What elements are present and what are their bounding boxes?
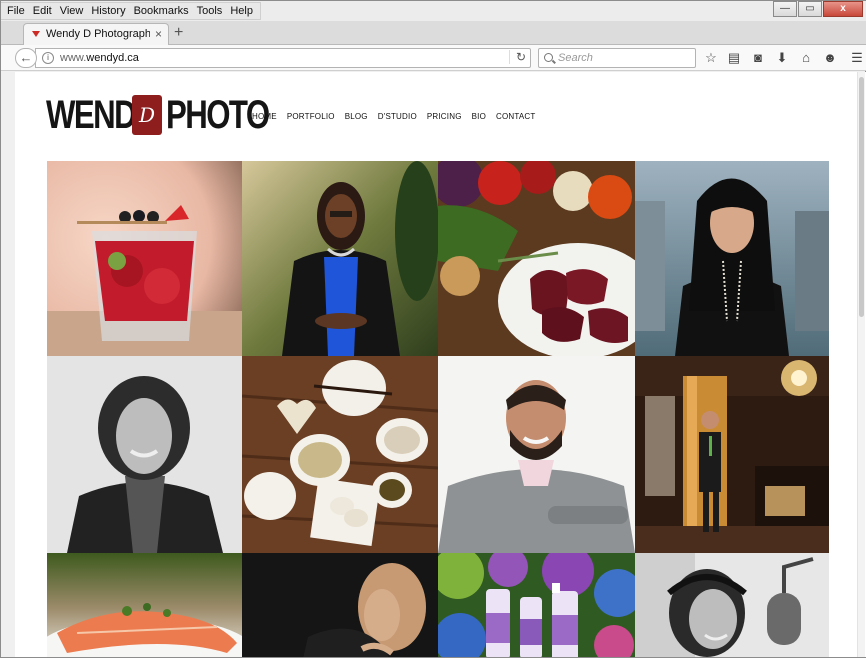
url-domain: wendyd.ca [86, 52, 139, 64]
photo-man-portrait-sweater[interactable] [438, 356, 635, 553]
menu-tools[interactable]: Tools [193, 3, 227, 19]
home-icon[interactable]: ⌂ [798, 50, 814, 66]
menu-history[interactable]: History [87, 3, 129, 19]
photo-woman-portrait-bw[interactable] [47, 356, 242, 553]
tab-strip: Wendy D Photography, Ma... × + [1, 21, 866, 45]
photo-restaurant-interior[interactable] [635, 356, 829, 553]
photo-desserts-table[interactable] [242, 356, 438, 553]
photo-woman-portrait-dark[interactable] [242, 553, 438, 657]
nav-bio[interactable]: BIO [472, 112, 486, 121]
reading-list-icon[interactable]: ▤ [726, 50, 742, 66]
maximize-button[interactable]: ▭ [798, 1, 822, 17]
menu-edit[interactable]: Edit [29, 3, 56, 19]
nav-blog[interactable]: BLOG [345, 112, 368, 121]
photo-woman-portrait-blue[interactable] [242, 161, 438, 356]
pocket-icon[interactable]: ◙ [750, 50, 766, 66]
logo-word-wendy: WENDY [46, 93, 156, 137]
reload-icon[interactable]: ↻ [508, 50, 526, 64]
menu-file[interactable]: File [3, 3, 29, 19]
nav-contact[interactable]: CONTACT [496, 112, 535, 121]
minimize-button[interactable]: — [773, 1, 797, 17]
photo-salmon-dish[interactable] [47, 553, 242, 657]
download-icon[interactable]: ⬇ [774, 50, 790, 66]
info-icon[interactable]: i [42, 52, 54, 64]
photo-gallery [47, 161, 829, 657]
browser-window: File Edit View History Bookmarks Tools H… [0, 0, 866, 658]
site-nav: HOME PORTFOLIO BLOG D'STUDIO PRICING BIO… [252, 112, 546, 121]
search-placeholder: Search [558, 52, 593, 64]
nav-dstudio[interactable]: D'STUDIO [378, 112, 417, 121]
close-window-button[interactable]: x [823, 1, 863, 17]
url-prefix: www. [60, 52, 87, 64]
menu-help[interactable]: Help [226, 3, 257, 19]
tab-active[interactable]: Wendy D Photography, Ma... × [23, 23, 169, 45]
menu-icon[interactable]: ☰ [849, 50, 865, 66]
nav-pricing[interactable]: PRICING [427, 112, 462, 121]
logo-badge: D [132, 95, 162, 135]
photo-cocktail[interactable] [47, 161, 242, 356]
photo-woman-microphone-bw[interactable] [635, 553, 829, 657]
new-tab-button[interactable]: + [174, 23, 183, 43]
photo-woman-portrait-city[interactable] [635, 161, 829, 356]
left-gutter [1, 72, 15, 657]
navigation-toolbar: i www.wendyd.ca ↻ ← Search ☆ ▤ ◙ ⬇ ⌂ ☻ ☰ [1, 45, 866, 71]
nav-portfolio[interactable]: PORTFOLIO [287, 112, 335, 121]
tab-title: Wendy D Photography, Ma... [46, 28, 150, 40]
address-bar[interactable]: i www.wendyd.ca ↻ [35, 48, 531, 68]
tab-close-icon[interactable]: × [155, 27, 162, 41]
page-scrollbar[interactable] [857, 72, 865, 657]
page-content: WENDY D PHOTO HOME PORTFOLIO BLOG D'STUD… [15, 72, 866, 657]
arrow-left-icon: ← [19, 50, 33, 65]
photo-steak-vegetables[interactable] [438, 161, 635, 356]
scrollbar-thumb[interactable] [859, 77, 864, 317]
menu: File Edit View History Bookmarks Tools H… [1, 2, 261, 20]
menu-bookmarks[interactable]: Bookmarks [130, 3, 193, 19]
chat-icon[interactable]: ☻ [822, 50, 838, 66]
window-controls: — ▭ x [772, 1, 863, 17]
nav-home[interactable]: HOME [252, 112, 277, 121]
favicon-icon [32, 31, 40, 37]
back-button[interactable]: ← [15, 48, 37, 68]
menu-bar: File Edit View History Bookmarks Tools H… [1, 1, 866, 21]
search-input[interactable]: Search [538, 48, 696, 68]
url-text: www.wendyd.ca [60, 52, 139, 64]
star-icon[interactable]: ☆ [703, 50, 719, 66]
search-icon [544, 53, 553, 62]
photo-product-flowers[interactable] [438, 553, 635, 657]
logo-badge-letter: D [138, 103, 156, 127]
menu-view[interactable]: View [56, 3, 88, 19]
